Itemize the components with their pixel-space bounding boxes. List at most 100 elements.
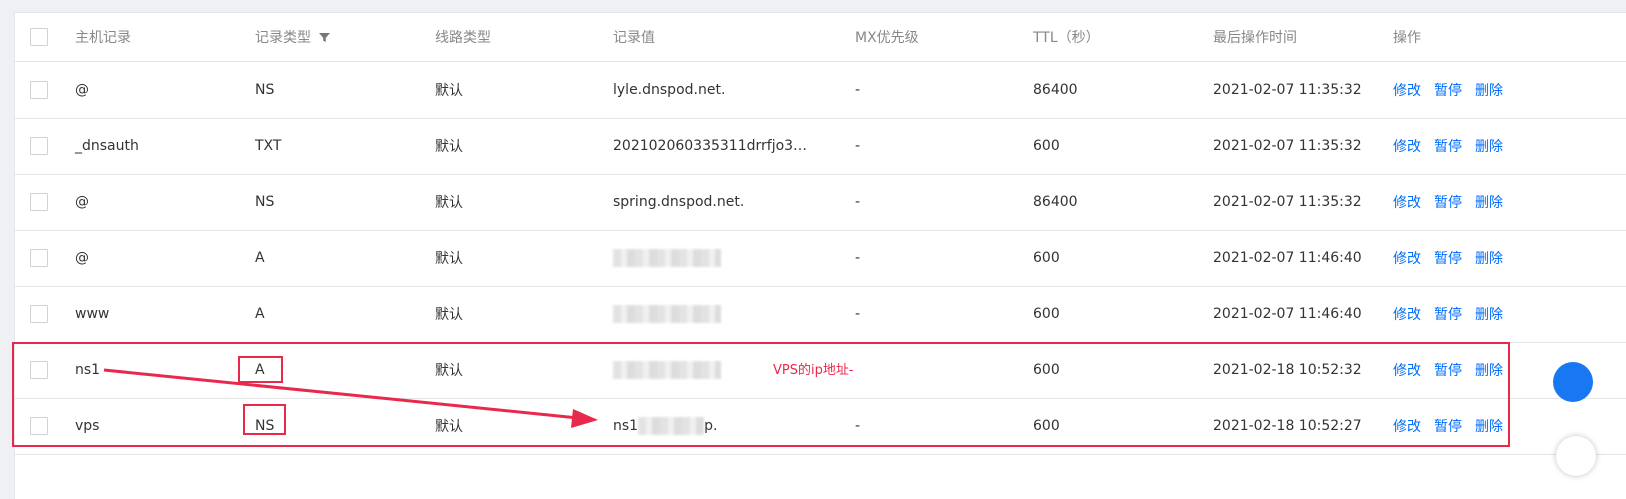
row-checkbox[interactable] — [30, 137, 48, 155]
dns-record-table: 主机记录 记录类型 线路类型 记录值 MX优先级 TTL（秒） 最后操作时间 操… — [14, 12, 1626, 499]
table-row: www A 默认 - 600 2021-02-07 11:46:40 修改 暂停… — [15, 286, 1626, 343]
time-cell: 2021-02-18 10:52:32 — [1213, 362, 1362, 378]
host-cell: vps — [75, 418, 100, 434]
delete-link[interactable]: 删除 — [1475, 192, 1503, 212]
edit-link[interactable]: 修改 — [1393, 248, 1421, 268]
value-cell — [613, 342, 721, 398]
ops-cell: 修改 暂停 删除 — [1393, 286, 1516, 342]
delete-link[interactable]: 删除 — [1475, 304, 1503, 324]
type-cell: A — [255, 250, 265, 266]
ttl-cell: 86400 — [1033, 194, 1078, 210]
pause-link[interactable]: 暂停 — [1434, 360, 1462, 380]
type-cell: A — [255, 306, 265, 322]
host-cell: @ — [75, 194, 89, 210]
type-cell: NS — [255, 82, 275, 98]
ttl-cell: 600 — [1033, 250, 1060, 266]
line-cell: 默认 — [435, 419, 463, 435]
delete-link[interactable]: 删除 — [1475, 80, 1503, 100]
col-type[interactable]: 记录类型 — [255, 13, 330, 61]
col-ops: 操作 — [1393, 30, 1421, 46]
filter-icon[interactable] — [319, 32, 330, 43]
table-row: @ NS 默认 lyle.dnspod.net. - 86400 2021-02… — [15, 62, 1626, 119]
edit-link[interactable]: 修改 — [1393, 360, 1421, 380]
ops-cell: 修改 暂停 删除 — [1393, 62, 1516, 118]
host-cell: @ — [75, 82, 89, 98]
ops-cell: 修改 暂停 删除 — [1393, 118, 1516, 174]
line-cell: 默认 — [435, 83, 463, 99]
pause-link[interactable]: 暂停 — [1434, 248, 1462, 268]
row-checkbox[interactable] — [30, 361, 48, 379]
ttl-cell: 600 — [1033, 362, 1060, 378]
floating-help-button[interactable] — [1556, 436, 1596, 476]
edit-link[interactable]: 修改 — [1393, 136, 1421, 156]
col-line: 线路类型 — [435, 30, 491, 46]
ttl-cell: 600 — [1033, 138, 1060, 154]
pause-link[interactable]: 暂停 — [1434, 192, 1462, 212]
pause-link[interactable]: 暂停 — [1434, 80, 1462, 100]
time-cell: 2021-02-07 11:35:32 — [1213, 82, 1362, 98]
select-all-checkbox[interactable] — [30, 28, 48, 46]
delete-link[interactable]: 删除 — [1475, 416, 1503, 436]
ttl-cell: 600 — [1033, 418, 1060, 434]
table-row: @ NS 默认 spring.dnspod.net. - 86400 2021-… — [15, 174, 1626, 231]
host-cell: @ — [75, 250, 89, 266]
row-checkbox[interactable] — [30, 305, 48, 323]
line-cell: 默认 — [435, 307, 463, 323]
pause-link[interactable]: 暂停 — [1434, 304, 1462, 324]
ops-cell: 修改 暂停 删除 — [1393, 398, 1516, 454]
time-cell: 2021-02-07 11:46:40 — [1213, 306, 1362, 322]
value-suffix: p. — [704, 418, 718, 434]
value-cell: lyle.dnspod.net. — [613, 82, 726, 98]
redacted-ip — [613, 305, 721, 323]
col-host: 主机记录 — [75, 30, 131, 46]
pause-link[interactable]: 暂停 — [1434, 136, 1462, 156]
row-checkbox[interactable] — [30, 81, 48, 99]
table-row: _dnsauth TXT 默认 202102060335311drrfjo3… … — [15, 118, 1626, 175]
line-cell: 默认 — [435, 363, 463, 379]
col-value: 记录值 — [613, 30, 655, 46]
time-cell: 2021-02-18 10:52:27 — [1213, 418, 1362, 434]
mx-cell: - — [855, 250, 861, 266]
value-cell: spring.dnspod.net. — [613, 194, 745, 210]
value-prefix: ns1 — [613, 418, 639, 434]
ops-cell: 修改 暂停 删除 — [1393, 174, 1516, 230]
row-checkbox[interactable] — [30, 417, 48, 435]
redacted-ip — [613, 361, 721, 379]
row-checkbox[interactable] — [30, 193, 48, 211]
redacted-ip — [613, 249, 721, 267]
edit-link[interactable]: 修改 — [1393, 80, 1421, 100]
value-cell: ns1 p. — [613, 398, 717, 454]
delete-link[interactable]: 删除 — [1475, 136, 1503, 156]
edit-link[interactable]: 修改 — [1393, 192, 1421, 212]
value-cell: 202102060335311drrfjo3… — [613, 138, 808, 154]
value-cell — [613, 230, 721, 286]
mx-cell: - — [855, 306, 861, 322]
line-cell: 默认 — [435, 251, 463, 267]
type-cell: NS — [255, 418, 275, 434]
col-ttl: TTL（秒） — [1033, 30, 1100, 46]
edit-link[interactable]: 修改 — [1393, 416, 1421, 436]
col-time: 最后操作时间 — [1213, 30, 1297, 46]
time-cell: 2021-02-07 11:35:32 — [1213, 138, 1362, 154]
mx-cell: - — [855, 82, 861, 98]
delete-link[interactable]: 删除 — [1475, 248, 1503, 268]
time-cell: 2021-02-07 11:46:40 — [1213, 250, 1362, 266]
table-header: 主机记录 记录类型 线路类型 记录值 MX优先级 TTL（秒） 最后操作时间 操… — [15, 13, 1626, 62]
edit-link[interactable]: 修改 — [1393, 304, 1421, 324]
table-row: @ A 默认 - 600 2021-02-07 11:46:40 修改 暂停 删… — [15, 230, 1626, 287]
pause-link[interactable]: 暂停 — [1434, 416, 1462, 436]
ops-cell: 修改 暂停 删除 — [1393, 230, 1516, 286]
delete-link[interactable]: 删除 — [1475, 360, 1503, 380]
ttl-cell: 86400 — [1033, 82, 1078, 98]
mx-cell: - — [855, 138, 861, 154]
annotation-text: VPS的ip地址- — [773, 363, 854, 378]
host-cell: www — [75, 306, 110, 322]
host-cell: _dnsauth — [75, 138, 139, 154]
line-cell: 默认 — [435, 139, 463, 155]
floating-action-button[interactable] — [1553, 362, 1593, 402]
row-checkbox[interactable] — [30, 249, 48, 267]
ttl-cell: 600 — [1033, 306, 1060, 322]
ops-cell: 修改 暂停 删除 — [1393, 342, 1516, 398]
type-cell: TXT — [255, 138, 282, 154]
type-cell: NS — [255, 194, 275, 210]
